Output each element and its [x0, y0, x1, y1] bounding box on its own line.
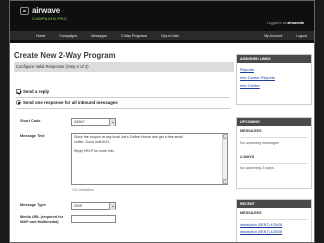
nav-2way-programs[interactable]: 2-Way Programs — [114, 34, 154, 38]
login-user[interactable]: airwavedn — [287, 21, 304, 25]
page-title: Create New 2-Way Program — [14, 51, 116, 60]
assigned-links-title: ASSIGNED LINKS — [237, 55, 311, 63]
short-code-select[interactable]: 33967 — [71, 118, 116, 126]
message-text-label: Message Text — [20, 134, 45, 138]
one-response-row: Send one response for all inbound messag… — [16, 100, 118, 105]
main-content: Create New 2-Way Program Configure Valid… — [14, 45, 234, 72]
upcoming-messages-heading: MESSAGES — [240, 129, 262, 133]
login-prefix: Logged in as — [267, 21, 287, 25]
recent-message-link[interactable]: description (SENT) 4/25/08 — [237, 222, 311, 229]
recent-message-link[interactable]: description (SENT) 4/25/08 — [237, 229, 311, 236]
short-code-label: Short Code — [20, 119, 41, 123]
nav-my-account[interactable]: My Account — [257, 34, 289, 38]
nav-right: My Account Logout — [257, 34, 314, 38]
logo[interactable]: airwave — [20, 6, 60, 15]
send-reply-label: Send a reply — [23, 89, 50, 94]
chevron-down-icon — [109, 203, 115, 210]
send-reply-row: Send a reply — [16, 89, 49, 94]
message-text-area[interactable]: Show the coupon at any local Joe's Coffe… — [71, 133, 228, 185]
step-subtitle: Configure Valid Response (Step 2 of 2) — [14, 62, 234, 72]
app-window: airwave CAMPAIGN PRO Logged in as airwav… — [9, 0, 315, 243]
logo-subtitle: CAMPAIGN PRO — [32, 16, 67, 21]
message-text-line: Reply HELP for more info. — [74, 148, 115, 153]
link-info-center-reports[interactable]: Info Center Reports — [237, 74, 311, 82]
main-nav: Home Campaigns Messages 2-Way Programs O… — [10, 31, 314, 40]
login-status: Logged in as airwavedn — [267, 21, 304, 25]
short-code-value: 33967 — [74, 120, 85, 124]
message-type-value: SMS — [74, 204, 83, 208]
upcoming-2ways-text: No upcoming 2-ways. — [240, 166, 275, 171]
nav-optin-lists[interactable]: Opt-in Lists — [154, 34, 186, 38]
link-info-center[interactable]: Info Center — [237, 82, 311, 90]
upcoming-panel: UPCOMING MESSAGES No upcoming messages. … — [236, 117, 312, 189]
link-reports[interactable]: Reports — [237, 66, 311, 74]
scroll-down-button[interactable] — [223, 179, 228, 184]
header: airwave CAMPAIGN PRO Logged in as airwav… — [10, 1, 314, 43]
textarea-scrollbar[interactable] — [222, 134, 228, 184]
media-url-label-line: WAP and Multimedia) — [20, 220, 59, 224]
message-type-label: Message Type — [20, 203, 46, 207]
nav-campaigns[interactable]: Campaigns — [52, 34, 84, 38]
scroll-up-button[interactable] — [223, 134, 228, 139]
logo-icon — [20, 6, 29, 15]
divider — [16, 97, 230, 98]
send-reply-checkbox[interactable] — [16, 89, 21, 94]
chevron-down-icon — [109, 119, 115, 126]
divider — [16, 108, 230, 109]
recent-messages-heading: MESSAGES — [240, 211, 262, 215]
message-type-select[interactable]: SMS — [71, 202, 116, 210]
upcoming-2ways-heading: 2-WAYS — [240, 154, 255, 159]
one-response-label: Send one response for all inbound messag… — [23, 100, 118, 105]
char-count: 121 characters — [72, 188, 94, 192]
recent-panel: RECENT MESSAGES description (SENT) 4/25/… — [236, 199, 312, 242]
logo-word: airwave — [32, 6, 60, 15]
one-response-radio[interactable] — [16, 100, 21, 105]
nav-logout[interactable]: Logout — [289, 34, 314, 38]
assigned-links-panel: ASSIGNED LINKS Reports Info Center Repor… — [236, 54, 312, 105]
media-url-label: Media URL (required for WAP and Multimed… — [20, 215, 63, 225]
recent-title: RECENT — [237, 200, 311, 208]
nav-home[interactable]: Home — [10, 34, 52, 38]
nav-messages[interactable]: Messages — [84, 34, 114, 38]
media-url-input[interactable] — [71, 215, 116, 223]
upcoming-title: UPCOMING — [237, 118, 311, 126]
